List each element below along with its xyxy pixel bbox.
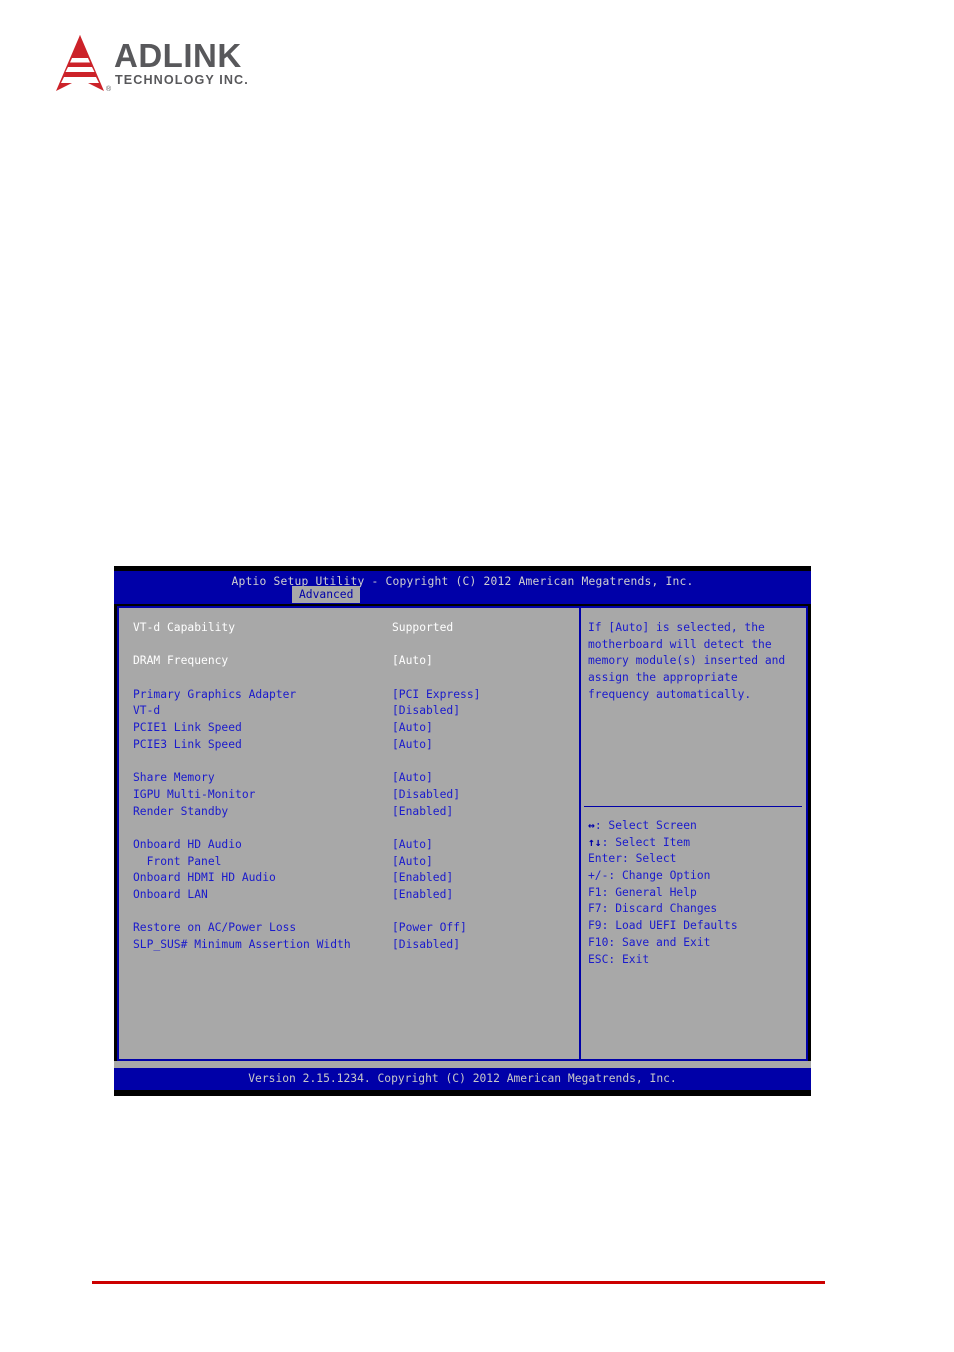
bios-title: Aptio Setup Utility - Copyright (C) 2012…	[231, 575, 694, 588]
setting-value[interactable]: Supported	[392, 620, 453, 637]
setting-label: Onboard HD Audio	[133, 837, 242, 851]
settings-row[interactable]: Onboard HD Audio [Auto]	[133, 837, 573, 854]
setting-label: Render Standby	[133, 804, 229, 818]
key-legend-label: +/-: Change Option	[588, 869, 711, 883]
setting-value[interactable]: [Auto]	[392, 720, 433, 737]
settings-row-spacer	[133, 754, 573, 771]
setting-value[interactable]: [Enabled]	[392, 870, 453, 887]
setting-label: Restore on AC/Power Loss	[133, 921, 297, 935]
logo-registered-mark: ®	[106, 85, 112, 93]
settings-row[interactable]: Front Panel [Auto]	[133, 854, 573, 871]
setting-value[interactable]: [Disabled]	[392, 703, 460, 720]
setting-label: Onboard LAN	[133, 888, 208, 901]
settings-row[interactable]: VT-d Capability Supported	[133, 620, 573, 637]
footer-gap	[114, 1061, 811, 1068]
settings-row[interactable]: PCIE3 Link Speed [Auto]	[133, 737, 573, 754]
settings-row[interactable]: Onboard LAN [Enabled]	[133, 887, 573, 904]
logo-tagline: TECHNOLOGY INC.	[115, 73, 249, 87]
setting-label: DRAM Frequency	[133, 654, 229, 668]
setting-value[interactable]: [Disabled]	[392, 787, 460, 804]
bios-content-panel: VT-d Capability Supported DRAM Frequency [A…	[117, 606, 808, 1061]
key-legend-label: : Select Screen	[594, 819, 697, 832]
setting-value[interactable]: [Auto]	[392, 737, 433, 754]
key-legend-item: ESC: Exit	[588, 952, 803, 969]
setting-value[interactable]: [Auto]	[392, 653, 433, 670]
settings-row[interactable]: Onboard HDMI HD Audio [Enabled]	[133, 870, 573, 887]
bios-footer-bar: Version 2.15.1234. Copyright (C) 2012 Am…	[114, 1068, 811, 1090]
setting-label: PCIE3 Link Speed	[133, 737, 242, 751]
setting-label: Primary Graphics Adapter	[133, 687, 297, 701]
logo-wordmark: ADLINK	[114, 37, 242, 74]
setting-value[interactable]: [Disabled]	[392, 937, 460, 954]
settings-row[interactable]: Render Standby [Enabled]	[133, 804, 573, 821]
help-separator	[584, 806, 802, 807]
key-legend-label: : Select Item	[601, 835, 691, 849]
settings-row-spacer	[133, 820, 573, 837]
setting-label: IGPU Multi-Monitor	[133, 787, 256, 801]
key-legend-label: F9: Load UEFI Defaults	[588, 919, 738, 933]
settings-row[interactable]: DRAM Frequency [Auto]	[133, 653, 573, 670]
key-legend-item: F9: Load UEFI Defaults	[588, 918, 803, 935]
setting-value[interactable]: [Enabled]	[392, 887, 453, 904]
key-legend-label: ESC: Exit	[588, 952, 650, 966]
key-legend-item: +/-: Change Option	[588, 868, 803, 885]
setting-label: PCIE1 Link Speed	[133, 721, 242, 735]
settings-row[interactable]: PCIE1 Link Speed [Auto]	[133, 720, 573, 737]
arrow-keys-icon: ↔	[588, 819, 595, 832]
settings-row[interactable]: IGPU Multi-Monitor [Disabled]	[133, 787, 573, 804]
setting-label: Share Memory	[133, 771, 215, 785]
help-pane: If [Auto] is selected, the motherboard w…	[581, 608, 806, 1059]
key-legend-label: Enter: Select	[588, 852, 677, 866]
bios-version-text: Version 2.15.1234. Copyright (C) 2012 Am…	[248, 1072, 677, 1085]
settings-row[interactable]: Primary Graphics Adapter [PCI Express]	[133, 687, 573, 704]
help-text: If [Auto] is selected, the motherboard w…	[588, 621, 786, 701]
arrow-keys-icon: ↑↓	[588, 835, 602, 849]
settings-row[interactable]: Share Memory [Auto]	[133, 770, 573, 787]
key-legend-item: F10: Save and Exit	[588, 935, 803, 952]
key-legend-item: ↔: Select Screen	[588, 818, 803, 835]
setting-label: Onboard HDMI HD Audio	[133, 871, 276, 885]
setting-value[interactable]: [PCI Express]	[392, 687, 480, 704]
settings-row-spacer	[133, 637, 573, 654]
setting-value[interactable]: [Auto]	[392, 854, 433, 871]
settings-row[interactable]: SLP_SUS# Minimum Assertion Width [Disable…	[133, 937, 573, 954]
key-legend-label: F7: Discard Changes	[588, 902, 718, 916]
settings-row-spacer	[133, 670, 573, 687]
settings-row[interactable]: VT-d [Disabled]	[133, 703, 573, 720]
bios-setup-window: Aptio Setup Utility - Copyright (C) 2012…	[114, 566, 811, 1096]
key-legend-item: F7: Discard Changes	[588, 901, 803, 918]
setting-value[interactable]: [Auto]	[392, 837, 433, 854]
setting-value[interactable]: [Enabled]	[392, 804, 453, 821]
setting-label: SLP_SUS# Minimum Assertion Width	[133, 938, 351, 952]
setting-value[interactable]: [Auto]	[392, 770, 433, 787]
key-legend-item: Enter: Select	[588, 851, 803, 868]
window-bottom-border	[114, 1090, 811, 1096]
adlink-logo: ADLINK TECHNOLOGY INC. ®	[42, 33, 287, 95]
bios-header-bar: Aptio Setup Utility - Copyright (C) 2012…	[114, 571, 811, 604]
tab-advanced[interactable]: Advanced	[292, 586, 361, 603]
setting-label: VT-d	[133, 704, 161, 718]
adlink-mark-icon	[56, 35, 104, 91]
setting-label: VT-d Capability	[133, 621, 236, 634]
setting-value[interactable]: [Power Off]	[392, 920, 467, 937]
key-legend-label: F1: General Help	[588, 885, 697, 899]
key-legend-item: ↑↓: Select Item	[588, 835, 803, 852]
page-footer-rule	[92, 1281, 825, 1284]
setting-label: Front Panel	[133, 854, 222, 868]
key-legend-label: F10: Save and Exit	[588, 935, 711, 949]
settings-list: VT-d Capability Supported DRAM Frequency [A…	[133, 620, 573, 954]
key-legend-item: F1: General Help	[588, 885, 803, 902]
settings-pane: VT-d Capability Supported DRAM Frequency [A…	[119, 608, 579, 1059]
key-legend: ↔: Select Screen ↑↓: Select Item Enter: Se…	[588, 818, 803, 968]
settings-row[interactable]: Restore on AC/Power Loss [Power Off]	[133, 920, 573, 937]
settings-row-spacer	[133, 904, 573, 921]
